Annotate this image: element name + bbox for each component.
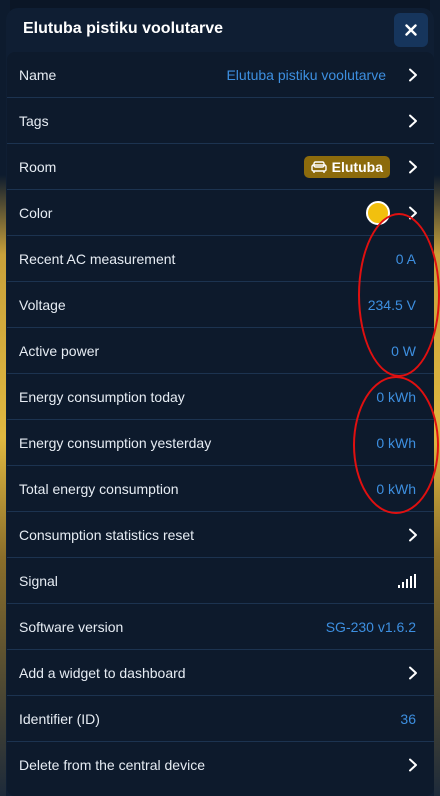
row-statistics-reset[interactable]: Consumption statistics reset <box>7 512 434 558</box>
close-button[interactable] <box>394 13 428 47</box>
software-version-value: SG-230 v1.6.2 <box>325 618 416 635</box>
identifier-value: 36 <box>400 710 416 727</box>
row-label: Consumption statistics reset <box>19 526 195 543</box>
row-label: Active power <box>19 342 100 359</box>
device-settings-modal: Elutuba pistiku voolutarve Name Elutuba … <box>6 8 434 796</box>
row-label: Energy consumption today <box>19 388 185 405</box>
room-badge-label: Elutuba <box>331 158 383 175</box>
row-identifier: Identifier (ID) 36 <box>7 696 434 742</box>
row-recent-ac: Recent AC measurement 0 A <box>7 236 434 282</box>
chevron-right-icon <box>409 758 417 771</box>
close-icon <box>405 24 417 36</box>
chevron-right-icon <box>409 160 417 173</box>
row-tags[interactable]: Tags <box>7 98 434 144</box>
current-value: 0 A <box>395 250 416 267</box>
chevron-right-icon <box>409 68 417 81</box>
row-total-energy: Total energy consumption 0 kWh <box>7 466 434 512</box>
row-color[interactable]: Color <box>7 190 434 236</box>
modal-header: Elutuba pistiku voolutarve <box>6 8 434 52</box>
row-label: Energy consumption yesterday <box>19 434 212 451</box>
power-value: 0 W <box>391 342 416 359</box>
row-active-power: Active power 0 W <box>7 328 434 374</box>
row-label: Total energy consumption <box>19 480 179 497</box>
row-voltage: Voltage 234.5 V <box>7 282 434 328</box>
row-delete-device[interactable]: Delete from the central device <box>7 742 434 787</box>
settings-list: Name Elutuba pistiku voolutarve Tags Roo… <box>7 52 434 796</box>
room-badge: Elutuba <box>303 155 390 178</box>
name-value: Elutuba pistiku voolutarve <box>226 66 386 83</box>
sofa-icon <box>310 160 327 173</box>
row-name[interactable]: Name Elutuba pistiku voolutarve <box>7 52 434 98</box>
row-energy-yesterday: Energy consumption yesterday 0 kWh <box>7 420 434 466</box>
row-label: Signal <box>19 572 58 589</box>
row-label: Color <box>19 204 53 221</box>
modal-title: Elutuba pistiku voolutarve <box>23 20 224 37</box>
row-add-widget[interactable]: Add a widget to dashboard <box>7 650 434 696</box>
chevron-right-icon <box>409 114 417 127</box>
row-software-version: Software version SG-230 v1.6.2 <box>7 604 434 650</box>
row-signal: Signal <box>7 558 434 604</box>
chevron-right-icon <box>409 666 417 679</box>
row-energy-today: Energy consumption today 0 kWh <box>7 374 434 420</box>
row-label: Name <box>19 66 57 83</box>
row-room[interactable]: Room Elutuba <box>7 144 434 190</box>
row-label: Recent AC measurement <box>19 250 176 267</box>
voltage-value: 234.5 V <box>367 296 416 313</box>
row-label: Add a widget to dashboard <box>19 664 186 681</box>
row-label: Delete from the central device <box>19 756 205 773</box>
row-label: Voltage <box>19 296 66 313</box>
chevron-right-icon <box>409 528 417 541</box>
color-swatch <box>366 200 390 225</box>
row-label: Tags <box>19 112 49 129</box>
row-label: Software version <box>19 618 124 635</box>
row-label: Room <box>19 158 57 175</box>
energy-yesterday-value: 0 kWh <box>376 434 416 451</box>
signal-bars-icon <box>398 573 416 588</box>
total-energy-value: 0 kWh <box>376 480 416 497</box>
row-label: Identifier (ID) <box>19 710 100 727</box>
energy-today-value: 0 kWh <box>376 388 416 405</box>
chevron-right-icon <box>409 206 417 219</box>
